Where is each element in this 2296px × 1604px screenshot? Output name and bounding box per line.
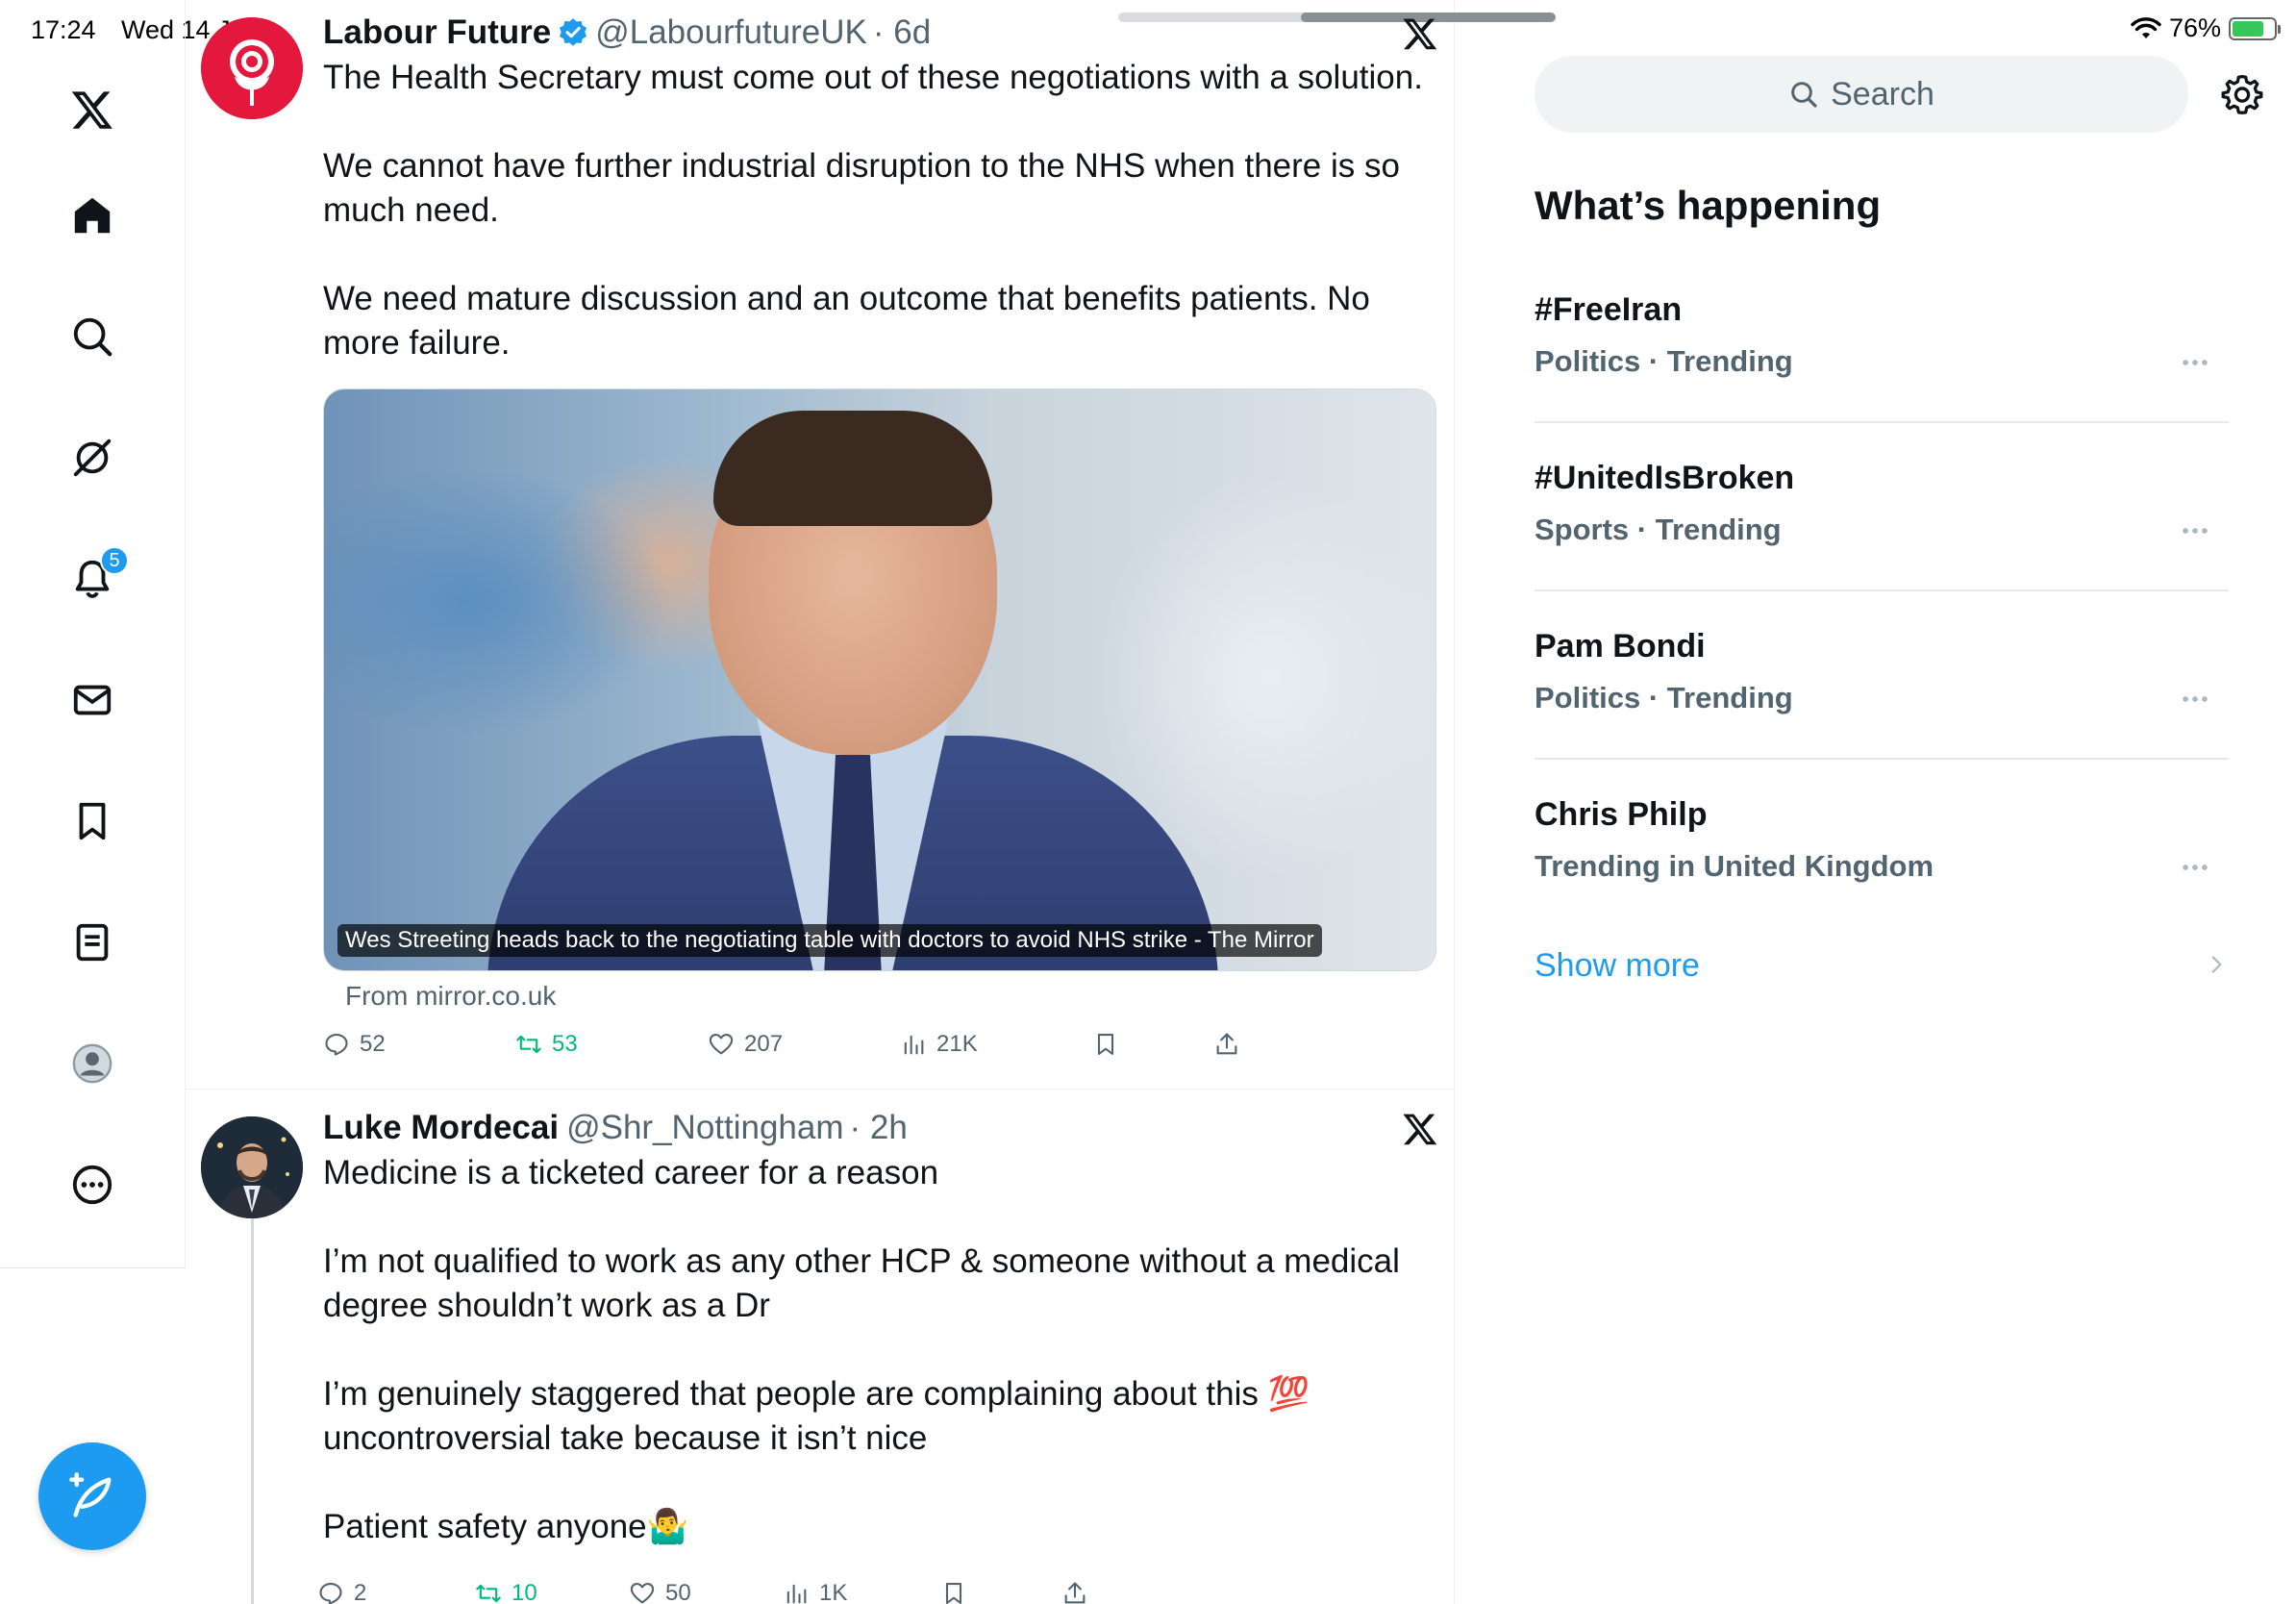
bookmark-icon [1097, 1034, 1114, 1055]
lists-icon[interactable] [58, 908, 127, 977]
heart-icon [630, 1583, 655, 1604]
author-handle[interactable]: @Shr_Nottingham [566, 1107, 843, 1149]
reply-icon [319, 1583, 342, 1604]
status-indicators: 76% [2131, 13, 2281, 43]
author-handle[interactable]: @LabourfutureUK [595, 12, 867, 54]
share-button[interactable] [1061, 1580, 1088, 1604]
heart-icon [709, 1034, 734, 1055]
x-logo-icon [1403, 1114, 1437, 1145]
wifi-icon [2131, 16, 2161, 38]
tweet-time[interactable]: · 6d [873, 12, 931, 54]
like-button[interactable]: 50 [629, 1580, 691, 1604]
search-input[interactable]: Search [1535, 56, 2188, 133]
bookmark-icon [945, 1583, 962, 1604]
views-button[interactable]: 1K [783, 1580, 847, 1604]
battery-percent: 76% [2168, 13, 2221, 42]
trend-item[interactable]: #UnitedIsBroken Sports · Trending [1535, 351, 2229, 591]
retweet-button[interactable]: 53 [515, 1031, 578, 1058]
show-more-link[interactable]: Show more [1535, 947, 1700, 985]
bookmark-button[interactable] [940, 1580, 967, 1604]
messages-icon[interactable] [58, 665, 127, 735]
settings-gear-icon[interactable] [2221, 73, 2263, 115]
link-card-source[interactable]: From mirror.co.uk [345, 981, 556, 1012]
bookmarks-icon[interactable] [58, 787, 127, 856]
rose-logo-icon [201, 17, 303, 119]
link-card-image[interactable]: Wes Streeting heads back to the negotiat… [323, 388, 1436, 971]
views-count: 21K [936, 1031, 978, 1057]
trend-item[interactable]: Pam Bondi Politics · Trending [1535, 519, 2229, 760]
reply-count: 52 [360, 1031, 386, 1057]
x-logo-icon [1403, 18, 1437, 50]
timeline[interactable]: Labour Future @LabourfutureUK · 6d The H… [186, 0, 1556, 1604]
more-icon[interactable] [58, 1150, 127, 1219]
reply-button[interactable]: 52 [323, 1031, 386, 1058]
grok-icon[interactable] [58, 423, 127, 492]
retweet-button[interactable]: 10 [475, 1580, 537, 1604]
notifications-badge: 5 [100, 546, 129, 575]
thread-line [251, 1205, 254, 1604]
reply-count: 2 [354, 1580, 367, 1604]
search-placeholder: Search [1831, 75, 1934, 113]
compose-icon [69, 1472, 112, 1517]
reply-icon [325, 1034, 348, 1056]
tweet-actions: 52 53 207 21K [323, 1031, 1285, 1065]
share-icon [1216, 1033, 1237, 1055]
views-button[interactable]: 21K [900, 1031, 978, 1058]
profile-photo-icon [201, 1116, 303, 1218]
views-icon [786, 1584, 807, 1604]
tweet-separator [186, 1089, 1455, 1090]
author-name[interactable]: Luke Mordecai [323, 1107, 559, 1149]
home-icon[interactable] [58, 181, 127, 250]
link-card-caption: Wes Streeting heads back to the negotiat… [337, 924, 1322, 957]
trend-name: Chris Philp [1535, 796, 1708, 833]
trend-item[interactable]: #FreeIran Politics · Trending [1535, 183, 2229, 423]
verified-badge-icon [560, 18, 587, 46]
like-count: 207 [744, 1031, 784, 1057]
retweet-count: 53 [552, 1031, 578, 1057]
trend-item[interactable]: Chris Philp Trending in United Kingdom [1535, 688, 2229, 883]
more-options-icon[interactable] [2179, 851, 2211, 884]
like-count: 50 [665, 1580, 691, 1604]
bookmark-button[interactable] [1092, 1031, 1119, 1058]
tweet-text: Medicine is a ticketed career for a reas… [323, 1154, 1400, 1545]
chevron-right-icon[interactable] [2204, 952, 2229, 977]
notifications-icon[interactable]: 5 [58, 544, 129, 614]
trend-meta: Trending in United Kingdom [1535, 849, 1934, 883]
nav-divider [0, 1267, 186, 1268]
x-logo[interactable] [58, 75, 127, 144]
views-icon [904, 1035, 924, 1055]
trend-name: #UnitedIsBroken [1535, 460, 1795, 496]
like-button[interactable]: 207 [708, 1031, 783, 1058]
author-name[interactable]: Labour Future [323, 12, 551, 54]
retweet-icon [476, 1584, 501, 1603]
tweet-actions: 2 10 50 1K [319, 1580, 1188, 1604]
battery-icon [2229, 16, 2281, 40]
compose-button[interactable] [38, 1442, 146, 1550]
profile-icon[interactable] [58, 1029, 127, 1098]
share-button[interactable] [1213, 1031, 1240, 1058]
retweet-icon [516, 1035, 541, 1054]
views-count: 1K [819, 1580, 848, 1604]
trend-name: Pam Bondi [1535, 628, 1706, 664]
share-icon [1064, 1582, 1086, 1604]
left-navigation: 5 [0, 0, 186, 1269]
search-icon[interactable] [58, 302, 127, 371]
tweet-time[interactable]: · 2h [850, 1107, 908, 1149]
avatar[interactable] [201, 17, 303, 119]
trend-name: #FreeIran [1535, 291, 1683, 328]
retweet-count: 10 [512, 1580, 537, 1604]
tweet-text: The Health Secretary must come out of th… [323, 59, 1423, 362]
search-icon [1791, 82, 1817, 108]
reply-button[interactable]: 2 [317, 1580, 366, 1604]
avatar[interactable] [201, 1116, 303, 1218]
